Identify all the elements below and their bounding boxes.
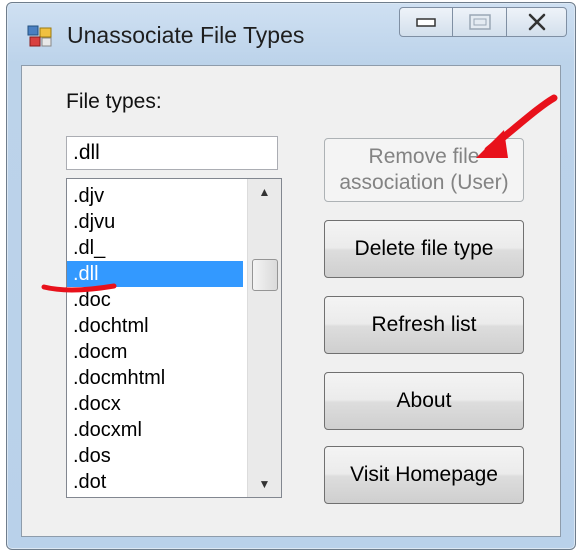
minimize-icon	[416, 18, 436, 27]
refresh-list-button[interactable]: Refresh list	[324, 296, 524, 354]
client-area: File types: .dll .djv .djvu .dl_ .dll .doc .d…	[21, 65, 561, 537]
file-type-input[interactable]: .dll	[66, 136, 278, 170]
scroll-down-icon[interactable]: ▼	[248, 471, 281, 497]
app-window: Unassociate File Types File types: .dll …	[6, 2, 576, 550]
list-items: .djv .djvu .dl_ .dll .doc .dochtml .docm .docmh…	[67, 183, 243, 495]
file-types-label: File types:	[66, 90, 162, 113]
list-item[interactable]: .dl_	[67, 235, 243, 261]
window-title: Unassociate File Types	[67, 22, 305, 48]
scroll-up-icon[interactable]: ▲	[248, 179, 281, 205]
list-item[interactable]: .dot	[67, 469, 243, 495]
about-button[interactable]: About	[324, 372, 524, 430]
list-item[interactable]: .djvu	[67, 209, 243, 235]
close-icon	[528, 13, 545, 31]
maximize-icon	[468, 14, 491, 30]
list-item[interactable]: .djv	[67, 183, 243, 209]
list-item[interactable]: .dochtml	[67, 313, 243, 339]
listbox-scrollbar[interactable]: ▲ ▼	[247, 179, 281, 497]
file-types-listbox[interactable]: .djv .djvu .dl_ .dll .doc .dochtml .docm .docmh…	[66, 178, 282, 498]
list-item[interactable]: .docmhtml	[67, 365, 243, 391]
list-item[interactable]: .docm	[67, 339, 243, 365]
close-button[interactable]	[507, 7, 567, 37]
caption-buttons	[399, 7, 567, 37]
maximize-button[interactable]	[453, 7, 507, 37]
list-item[interactable]: .docx	[67, 391, 243, 417]
app-icon	[27, 25, 52, 47]
list-item[interactable]: .doc	[67, 287, 243, 313]
visit-homepage-button[interactable]: Visit Homepage	[324, 446, 524, 504]
title-bar[interactable]: Unassociate File Types	[7, 3, 575, 65]
delete-file-type-button[interactable]: Delete file type	[324, 220, 524, 278]
list-item[interactable]: .dll	[67, 261, 243, 287]
list-item[interactable]: .dos	[67, 443, 243, 469]
scroll-thumb[interactable]	[252, 259, 278, 291]
remove-association-button[interactable]: Remove file association (User)	[324, 138, 524, 202]
minimize-button[interactable]	[399, 7, 453, 37]
list-item[interactable]: .docxml	[67, 417, 243, 443]
